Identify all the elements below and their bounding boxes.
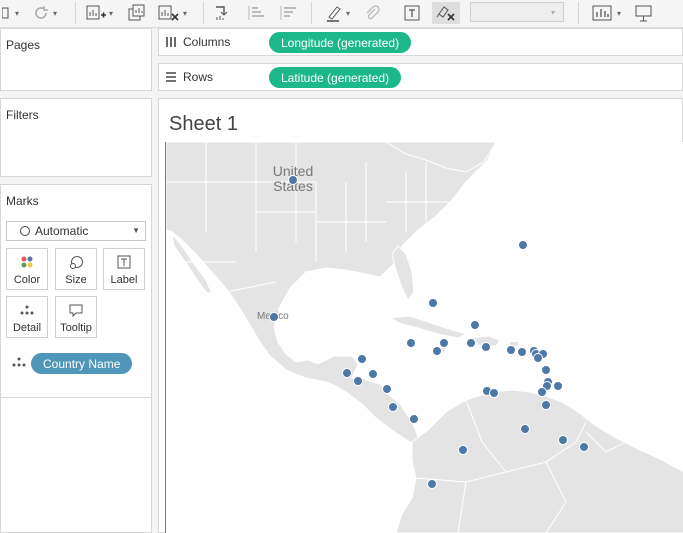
- pages-panel: Pages: [0, 28, 152, 91]
- rows-label-group: Rows: [165, 70, 213, 84]
- detail-button[interactable]: Detail: [6, 296, 48, 338]
- map-mark[interactable]: [288, 175, 298, 185]
- show-me-icon[interactable]: ▾: [592, 3, 621, 23]
- attach-paperclip-icon[interactable]: [363, 3, 381, 23]
- sort-ascending-icon[interactable]: [246, 3, 266, 23]
- filters-panel: Filters: [0, 98, 152, 177]
- highlight-pen-icon[interactable]: ▾: [325, 3, 350, 23]
- size-icon: [56, 255, 96, 271]
- chevron-down-icon: ▼: [132, 226, 140, 235]
- left-empty-area: [0, 398, 152, 533]
- text-label-icon: [104, 255, 144, 269]
- marks-panel: Marks Automatic ▼ Color Size Label Detai…: [0, 184, 152, 398]
- mark-type-value: Automatic: [35, 224, 89, 238]
- map-mark[interactable]: [553, 381, 563, 391]
- map-mark[interactable]: [458, 445, 468, 455]
- longitude-pill[interactable]: Longitude (generated): [269, 32, 412, 53]
- map-mark[interactable]: [353, 376, 363, 386]
- latitude-pill[interactable]: Latitude (generated): [269, 67, 402, 88]
- basemap: [166, 142, 683, 533]
- clear-sheet-icon[interactable]: ▾: [158, 3, 187, 23]
- map-mark[interactable]: [432, 346, 442, 356]
- sheet-title: Sheet 1: [169, 113, 238, 135]
- map-mark[interactable]: [506, 345, 516, 355]
- map-mark[interactable]: [470, 320, 480, 330]
- mark-type-dropdown[interactable]: Automatic ▼: [6, 221, 146, 241]
- country-name-label: Country Name: [43, 356, 121, 371]
- map-mark[interactable]: [427, 479, 437, 489]
- map-mark[interactable]: [537, 387, 547, 397]
- toolbar-partial-icon[interactable]: ▾: [2, 3, 19, 23]
- tooltip-button[interactable]: Tooltip: [55, 296, 97, 338]
- latitude-label: Latitude (generated): [281, 70, 390, 85]
- new-worksheet-icon[interactable]: ▾: [86, 3, 113, 23]
- map-mark[interactable]: [558, 435, 568, 445]
- columns-label-group: Columns: [165, 35, 230, 49]
- fit-dropdown[interactable]: ▾: [470, 2, 564, 22]
- detail-label: Detail: [12, 322, 42, 334]
- size-label: Size: [65, 274, 87, 286]
- toolbar: ▾ ▾ ▾ ▾ ▾ ▾ ▾: [0, 0, 683, 28]
- detail-dots-icon: [11, 355, 27, 374]
- color-button[interactable]: Color: [6, 248, 48, 290]
- pages-title: Pages: [6, 38, 41, 52]
- circle-icon: [20, 226, 30, 236]
- columns-label: Columns: [183, 35, 231, 49]
- map-mark[interactable]: [579, 442, 589, 452]
- filters-title: Filters: [6, 108, 39, 122]
- label-button[interactable]: Label: [103, 248, 145, 290]
- tooltip-label: Tooltip: [60, 322, 92, 334]
- refresh-icon[interactable]: ▾: [32, 3, 57, 23]
- map-mark[interactable]: [517, 347, 527, 357]
- map-mark[interactable]: [342, 368, 352, 378]
- marks-title: Marks: [6, 194, 39, 208]
- rows-shelf[interactable]: Rows Latitude (generated): [158, 63, 683, 91]
- columns-icon: [165, 36, 177, 48]
- text-label-icon[interactable]: [403, 3, 421, 23]
- map-mark[interactable]: [481, 342, 491, 352]
- speech-bubble-icon: [56, 303, 96, 319]
- longitude-label: Longitude (generated): [281, 35, 400, 50]
- presentation-mode-icon[interactable]: [634, 3, 654, 23]
- map-mark[interactable]: [520, 424, 530, 434]
- map-mark[interactable]: [357, 354, 367, 364]
- map-mark[interactable]: [541, 365, 551, 375]
- clear-pins-icon[interactable]: [432, 2, 460, 24]
- rows-label: Rows: [183, 70, 214, 84]
- rows-icon: [165, 71, 177, 83]
- label-label: Label: [110, 274, 138, 286]
- map-mark[interactable]: [428, 298, 438, 308]
- duplicate-sheet-icon[interactable]: [128, 3, 148, 23]
- map-mark[interactable]: [541, 400, 551, 410]
- map-mark[interactable]: [406, 338, 416, 348]
- color-label: Color: [13, 274, 41, 286]
- map-mark[interactable]: [533, 353, 543, 363]
- map-mark[interactable]: [518, 240, 528, 250]
- map-mark[interactable]: [489, 388, 499, 398]
- columns-shelf[interactable]: Columns Longitude (generated): [158, 28, 683, 56]
- map-mark[interactable]: [368, 369, 378, 379]
- map[interactable]: United States Mexico: [165, 142, 683, 533]
- swap-rows-columns-icon[interactable]: [213, 3, 233, 23]
- map-mark[interactable]: [382, 384, 392, 394]
- map-mark[interactable]: [409, 414, 419, 424]
- map-mark[interactable]: [388, 402, 398, 412]
- size-button[interactable]: Size: [55, 248, 97, 290]
- map-mark[interactable]: [269, 312, 279, 322]
- detail-dots-icon: [7, 303, 47, 319]
- map-mark[interactable]: [466, 338, 476, 348]
- country-name-pill[interactable]: Country Name: [31, 353, 133, 374]
- sort-descending-icon[interactable]: [278, 3, 298, 23]
- color-dots-icon: [7, 255, 47, 271]
